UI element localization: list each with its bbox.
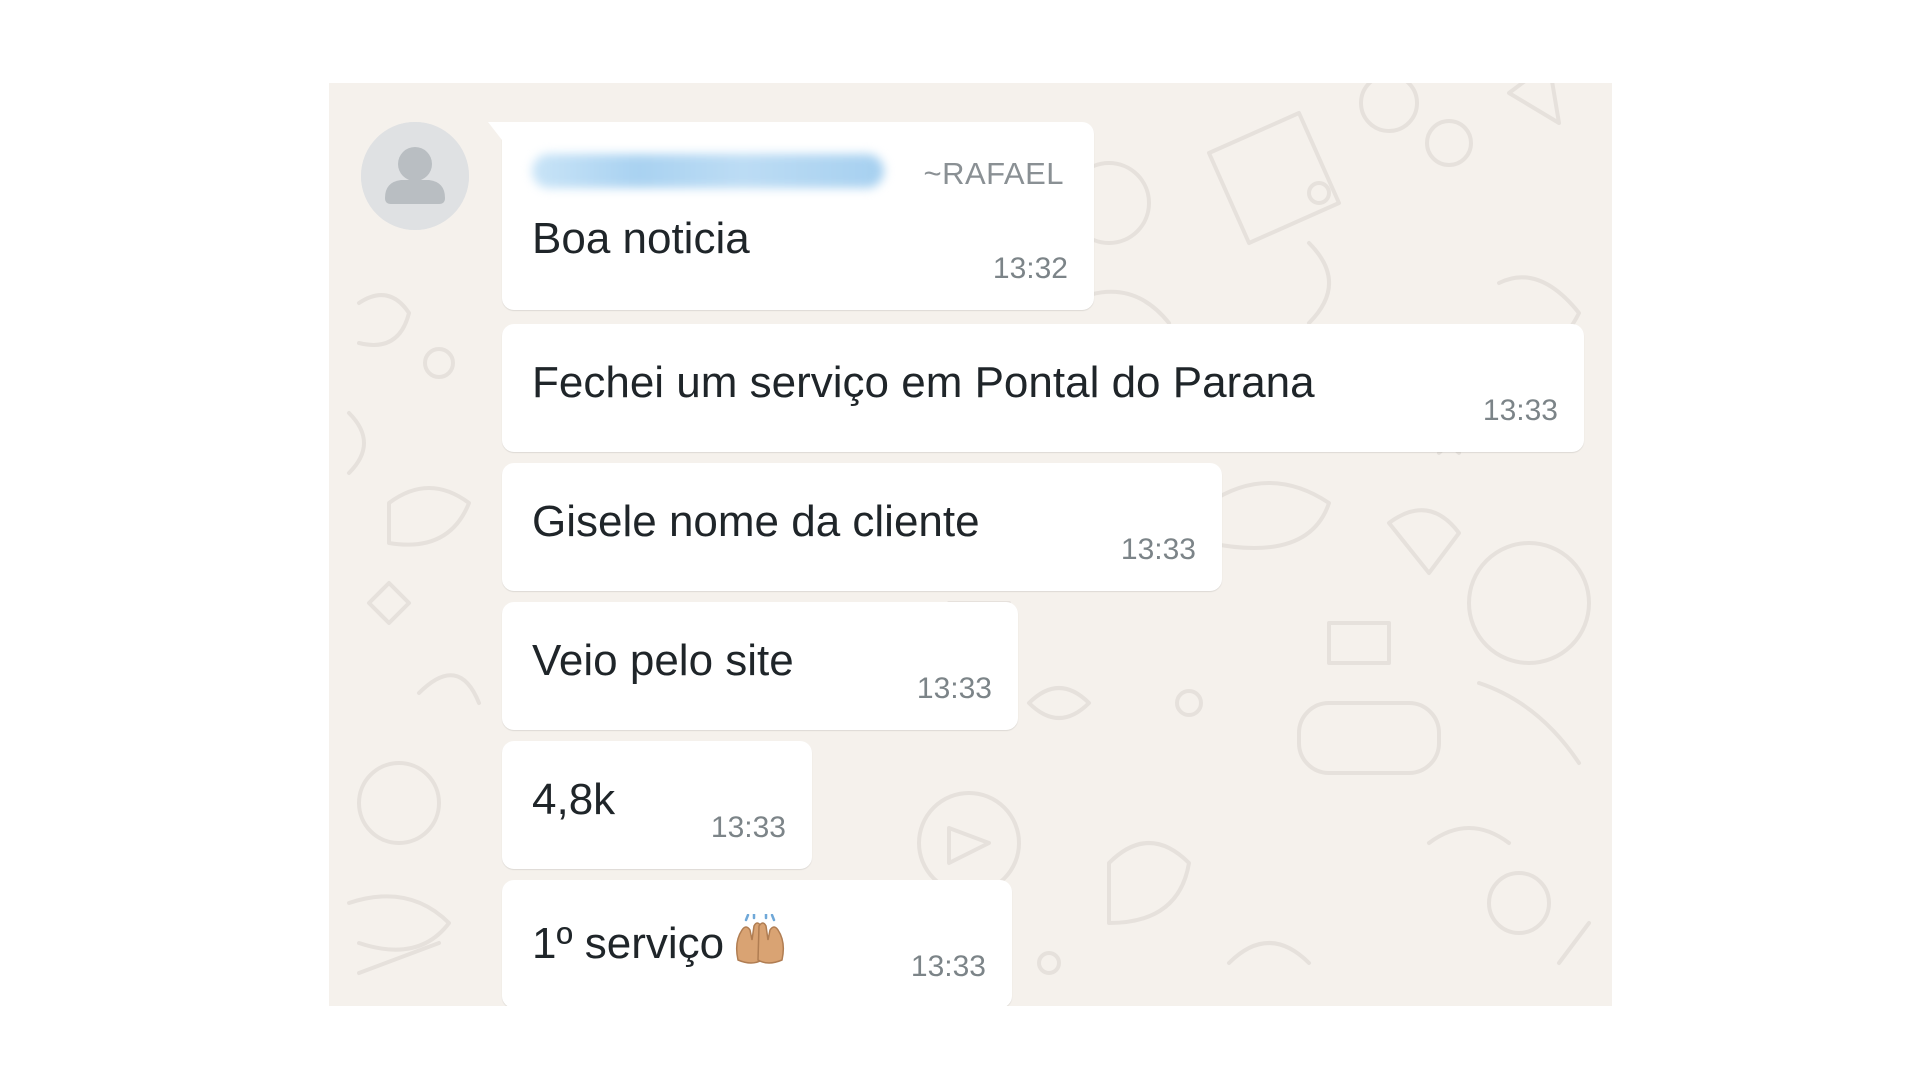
message-bubble[interactable]: ~RAFAEL Boa noticia 13:32 — [488, 122, 1094, 310]
sender-name[interactable]: ~RAFAEL — [924, 156, 1065, 192]
message-bubble[interactable]: Fechei um serviço em Pontal do Parana 13… — [502, 324, 1584, 452]
message-text: 1º serviço — [532, 919, 725, 968]
raising-hands-icon — [732, 912, 788, 975]
chat-panel: ~RAFAEL Boa noticia 13:32 Fechei um serv… — [329, 83, 1612, 1006]
message-bubble[interactable]: 1º serviço 13:33 — [502, 880, 1012, 1006]
message-time: 13:33 — [710, 811, 786, 844]
default-user-avatar-icon — [361, 122, 469, 230]
message-text: Veio pelo site — [532, 636, 794, 685]
message-time: 13:33 — [910, 950, 986, 983]
message-time: 13:33 — [1482, 394, 1558, 427]
message-text: Fechei um serviço em Pontal do Parana — [532, 358, 1315, 407]
sender-phone-blurred — [532, 154, 884, 188]
message-bubble[interactable]: 4,8k 13:33 — [502, 741, 812, 869]
message-bubble[interactable]: Gisele nome da cliente 13:33 — [502, 463, 1222, 591]
bubble-tail-icon — [488, 122, 502, 140]
sender-avatar[interactable] — [361, 122, 469, 230]
message-text: Gisele nome da cliente — [532, 497, 980, 546]
message-text: 4,8k — [532, 775, 616, 824]
message-time: 13:32 — [992, 252, 1068, 285]
sender-row: ~RAFAEL — [532, 150, 1065, 192]
message-time: 13:33 — [1120, 533, 1196, 566]
message-text-row: 1º serviço — [532, 912, 788, 975]
message-text: Boa noticia — [532, 214, 750, 263]
message-bubble[interactable]: Veio pelo site 13:33 — [502, 602, 1018, 730]
message-time: 13:33 — [916, 672, 992, 705]
